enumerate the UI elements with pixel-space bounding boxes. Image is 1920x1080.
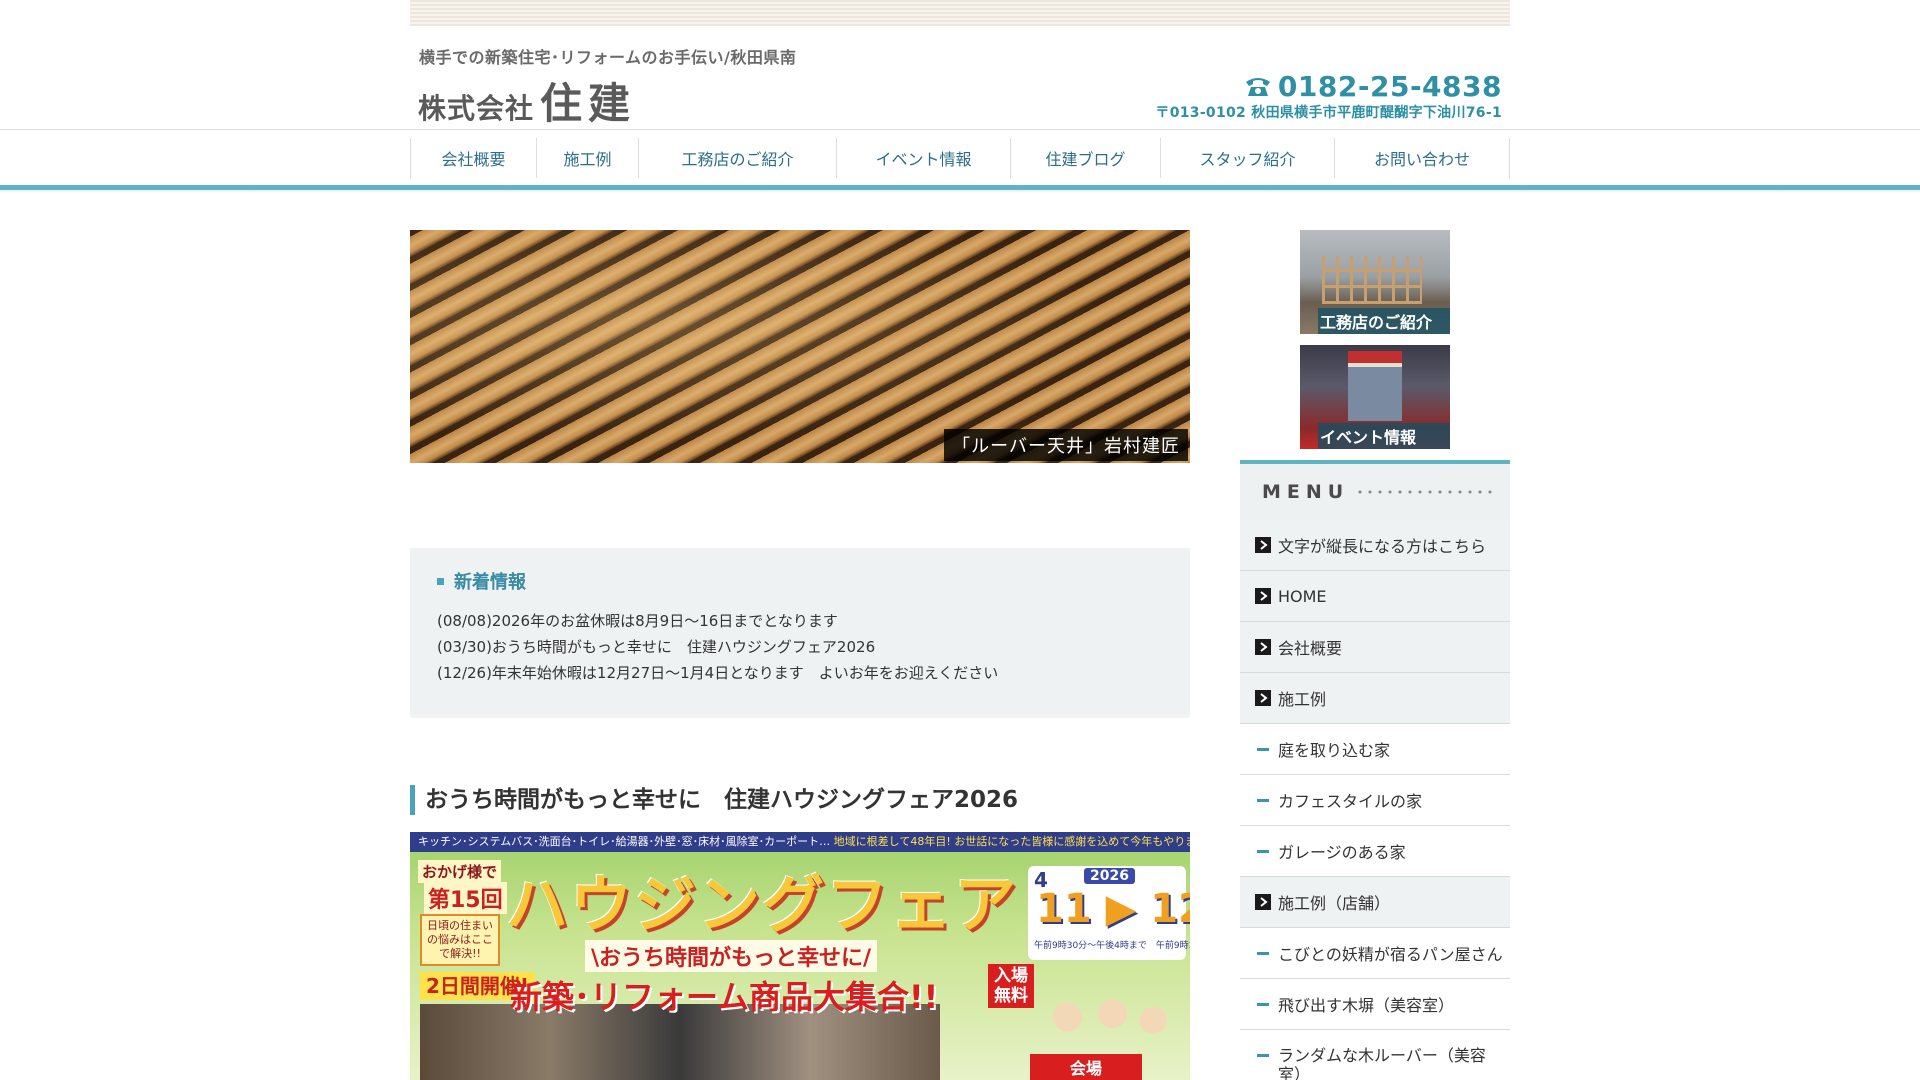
menu-header: MENU (1240, 460, 1510, 520)
nav-item-builders[interactable]: 工務店のご紹介 (638, 138, 836, 178)
menu-item-label: 会社概要 (1278, 639, 1343, 658)
flyer-year: 2026 (1084, 868, 1135, 884)
menu-item-garden-house[interactable]: 庭を取り込む家 (1240, 724, 1510, 775)
flyer-venue-label: 会場 (1030, 1054, 1143, 1080)
menu-item-label: HOME (1278, 586, 1327, 606)
flyer-anniversary: 地域に根差して48年目! お世話になった皆様に感謝を込めて今年もやります! (833, 835, 1190, 848)
flyer-date-box: 4 2026 11 ▶ 12 午前9時30分～午後4時まで 午前9時30分～午後… (1028, 866, 1190, 960)
menu-item-label: 施工例 (1278, 690, 1327, 709)
company-address: 〒013-0102 秋田県横手市平鹿町醍醐字下油川76-1 (1155, 105, 1502, 121)
menu-item-works[interactable]: 施工例 (1240, 673, 1510, 724)
header-divider (0, 129, 1920, 130)
flyer-thanks: おかげ様で (418, 860, 502, 883)
telephone-icon (1244, 76, 1272, 98)
menu-item-label: 庭を取り込む家 (1278, 741, 1391, 760)
menu-item-cafe-house[interactable]: カフェスタイルの家 (1240, 775, 1510, 826)
flyer-headline: 新築･リフォーム商品大集合!! (510, 978, 939, 1016)
menu-item-label: ランダムな木ルーバー（美容室） (1278, 1046, 1486, 1080)
site-tagline: 横手での新築住宅･リフォームのお手伝い/秋田県南 (419, 48, 797, 67)
top-decorative-stripe (410, 0, 1510, 26)
menu-item-random-louver[interactable]: ランダムな木ルーバー（美容室） (1240, 1030, 1510, 1080)
flyer-worries: 日頃の住まいの悩みはここで解決!! (420, 914, 500, 966)
menu-title: MENU (1262, 481, 1350, 503)
global-nav: 会社概要 施工例 工務店のご紹介 イベント情報 住建ブログ スタッフ紹介 お問い… (410, 138, 1510, 178)
house-frame-photo (1322, 256, 1422, 304)
banner-events[interactable]: イベント情報 (1300, 345, 1450, 449)
news-title: 新着情報 (437, 568, 526, 594)
event-booth-photo (1348, 351, 1402, 421)
nav-item-blog[interactable]: 住建ブログ (1010, 138, 1160, 178)
flyer-hours: 午前9時30分～午後4時まで 午前9時30分～午後3時30分まで (1034, 941, 1190, 951)
news-item[interactable]: (03/30)おうち時間がもっと幸せに 住建ハウジングフェア2026 (437, 634, 998, 660)
news-box: 新着情報 (08/08)2026年のお盆休暇は8月9日～16日までとなります (… (410, 548, 1190, 718)
family-illustration (1030, 982, 1180, 1052)
flyer-days: 11 ▶ 12 (1036, 886, 1190, 932)
nav-item-works[interactable]: 施工例 (536, 138, 638, 178)
site-header: 横手での新築住宅･リフォームのお手伝い/秋田県南 株式会社 住建 0182-25-… (410, 26, 1510, 129)
menu-item-label: カフェスタイルの家 (1278, 792, 1423, 811)
news-list: (08/08)2026年のお盆休暇は8月9日～16日までとなります (03/30… (437, 608, 998, 686)
menu-item-label: ガレージのある家 (1278, 843, 1406, 862)
dash-icon (1257, 1002, 1269, 1006)
sidebar-menu: MENU 文字が縦長になる方はこちら HOME 会社概要 施工例 庭を取り込む家… (1240, 460, 1510, 1080)
menu-item-vertical-text[interactable]: 文字が縦長になる方はこちら (1240, 520, 1510, 571)
menu-item-home[interactable]: HOME (1240, 571, 1510, 622)
phone-number[interactable]: 0182-25-4838 (1244, 70, 1502, 103)
menu-item-works-shops[interactable]: 施工例（店舗） (1240, 877, 1510, 928)
menu-item-label: 施工例（店舗） (1278, 894, 1391, 913)
site-logo[interactable]: 株式会社 住建 (418, 70, 636, 131)
logo-company-type: 株式会社 (418, 92, 535, 125)
dash-icon (1257, 951, 1269, 955)
nav-shadow (0, 190, 1920, 193)
menu-item-company[interactable]: 会社概要 (1240, 622, 1510, 673)
arrow-right-icon (1255, 639, 1271, 655)
nav-item-staff[interactable]: スタッフ紹介 (1160, 138, 1334, 178)
flyer-products: キッチン･システムバス･洗面台･トイレ･給湯器･外壁･窓･床材･風除室･カーポー… (418, 835, 831, 848)
dash-icon (1257, 849, 1269, 853)
housing-fair-flyer: キッチン･システムバス･洗面台･トイレ･給湯器･外壁･窓･床材･風除室･カーポー… (410, 832, 1190, 1080)
news-item[interactable]: (12/26)年末年始休暇は12月27日～1月4日となります よいお年をお迎えく… (437, 660, 998, 686)
menu-item-label: 文字が縦長になる方はこちら (1278, 537, 1487, 556)
dash-icon (1257, 747, 1269, 751)
banner-builders-label: 工務店のご紹介 (1318, 308, 1450, 334)
flyer-subtitle: \おうち時間がもっと幸せに/ (585, 940, 878, 972)
menu-item-label: こびとの妖精が宿るパン屋さん (1278, 945, 1503, 964)
flyer-top-band: キッチン･システムバス･洗面台･トイレ･給湯器･外壁･窓･床材･風除室･カーポー… (410, 832, 1190, 852)
news-title-text: 新着情報 (454, 572, 526, 593)
menu-item-label: 飛び出す木塀（美容室） (1278, 996, 1455, 1015)
arrow-right-icon (1255, 690, 1271, 706)
menu-item-bakery[interactable]: こびとの妖精が宿るパン屋さん (1240, 928, 1510, 979)
square-bullet-icon (437, 577, 444, 585)
flyer-fair-title: ハウジングフェア (506, 868, 1019, 941)
menu-item-garage-house[interactable]: ガレージのある家 (1240, 826, 1510, 877)
dotted-line (1355, 490, 1496, 494)
news-item[interactable]: (08/08)2026年のお盆休暇は8月9日～16日までとなります (437, 608, 998, 634)
flyer-edition: 第15回 (424, 882, 507, 914)
nav-item-events[interactable]: イベント情報 (836, 138, 1010, 178)
arrow-right-icon (1255, 537, 1271, 553)
phone-number-text: 0182-25-4838 (1277, 70, 1502, 103)
banner-events-label: イベント情報 (1318, 423, 1450, 449)
flyer-free-admission: 入場無料 (988, 964, 1034, 1008)
hero-image: 「ルーバー天井」岩村建匠 (410, 230, 1190, 463)
dash-icon (1257, 1054, 1269, 1057)
menu-item-wooden-fence[interactable]: 飛び出す木塀（美容室） (1240, 979, 1510, 1030)
banner-builders[interactable]: 工務店のご紹介 (1300, 230, 1450, 334)
nav-item-company[interactable]: 会社概要 (410, 138, 536, 178)
dash-icon (1257, 798, 1269, 802)
logo-company-name: 住建 (540, 79, 637, 128)
arrow-right-icon (1255, 894, 1271, 910)
post-title[interactable]: おうち時間がもっと幸せに 住建ハウジングフェア2026 (410, 785, 1018, 815)
nav-item-contact[interactable]: お問い合わせ (1334, 138, 1510, 178)
arrow-right-icon (1255, 588, 1271, 604)
hero-caption: 「ルーバー天井」岩村建匠 (944, 429, 1188, 461)
